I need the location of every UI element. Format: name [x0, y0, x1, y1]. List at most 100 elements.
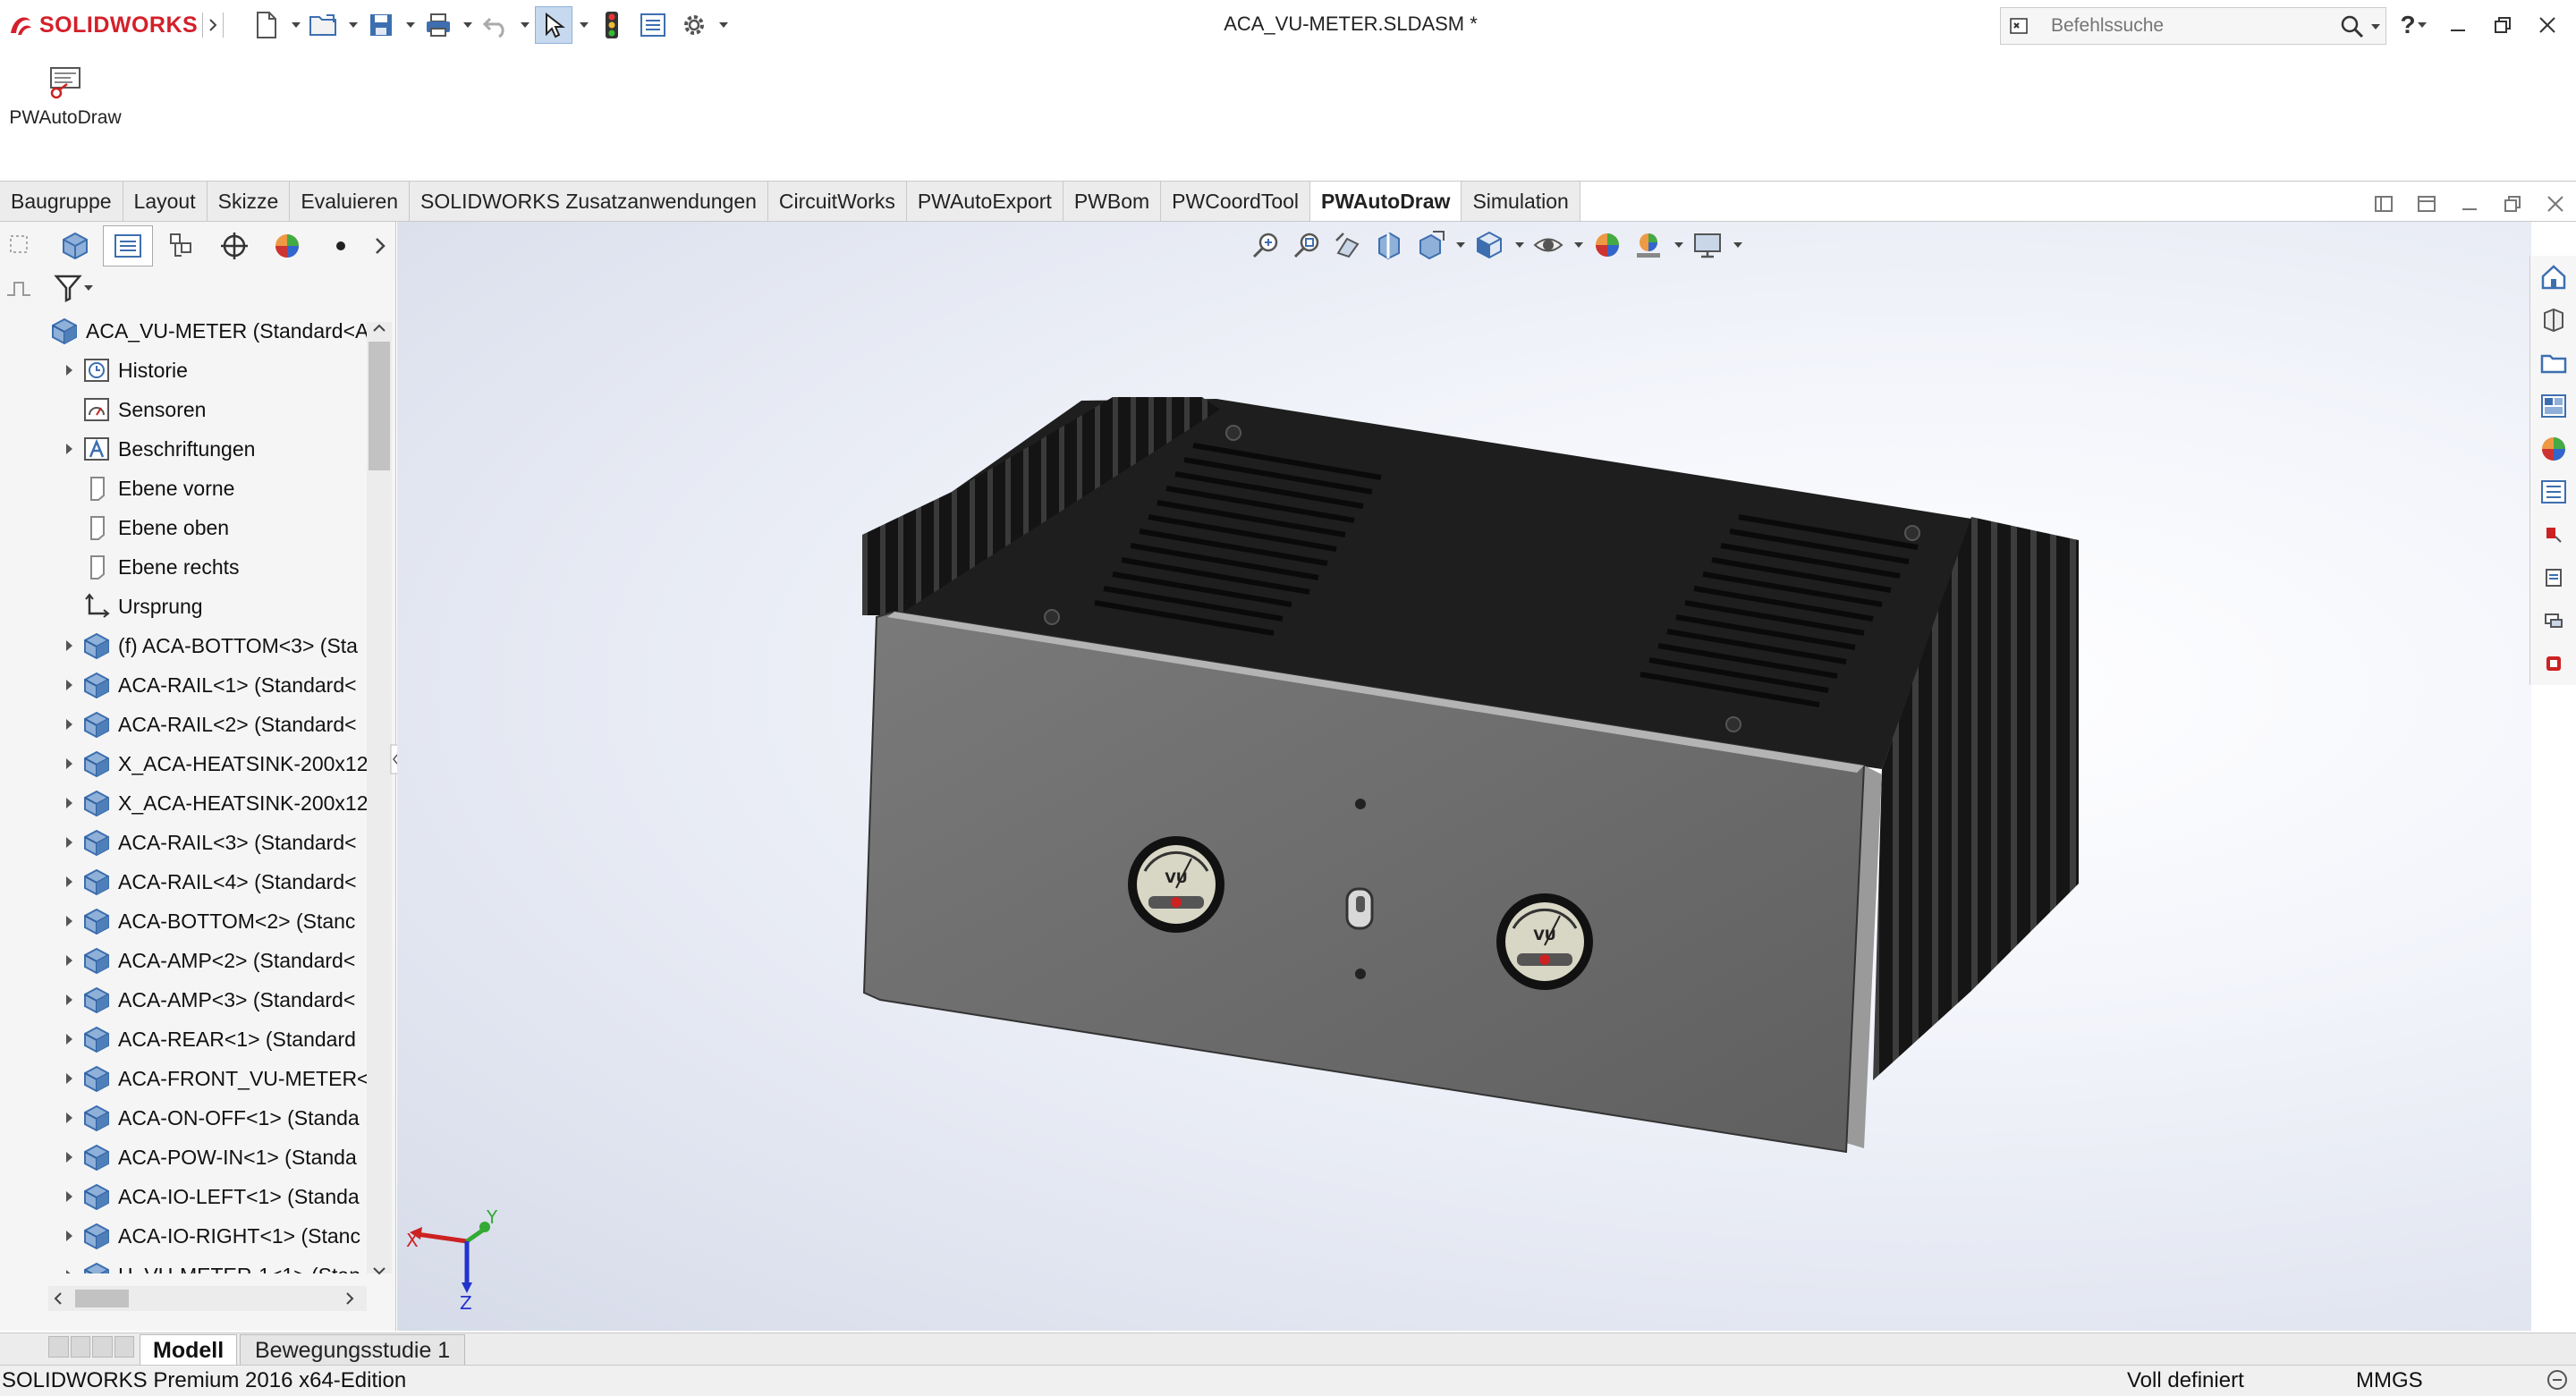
options-dropdown-icon[interactable]: [719, 22, 728, 28]
tree-item[interactable]: ACA-AMP<3> (Standard<: [48, 980, 370, 1020]
configuration-manager-tab[interactable]: [157, 225, 206, 267]
tab-simulation[interactable]: Simulation: [1462, 181, 1580, 221]
file-properties-button[interactable]: [635, 7, 671, 43]
expand-arrow-icon[interactable]: [57, 823, 80, 862]
tree-item[interactable]: Sensoren: [48, 390, 370, 429]
hide-show-button[interactable]: [1531, 228, 1565, 262]
tab-model[interactable]: Modell: [140, 1334, 238, 1366]
expand-arrow-icon[interactable]: [57, 744, 80, 783]
select-dropdown-icon[interactable]: [580, 22, 589, 28]
search-icon[interactable]: [2339, 13, 2366, 38]
split-button[interactable]: [2413, 190, 2440, 217]
resize-grip-icon[interactable]: [2546, 1368, 2569, 1392]
expand-arrow-icon[interactable]: [57, 705, 80, 744]
tree-item[interactable]: ACA-AMP<2> (Standard<: [48, 941, 370, 980]
scroll-left-icon[interactable]: [50, 1290, 66, 1307]
tree-item[interactable]: ACA-IO-RIGHT<1> (Stanc: [48, 1216, 370, 1256]
tree-item[interactable]: H_VU-METER-1<1> (Stan: [48, 1256, 370, 1273]
tab-motion-study[interactable]: Bewegungsstudie 1: [240, 1334, 466, 1366]
tree-item[interactable]: ACA-REAR<1> (Standard: [48, 1020, 370, 1059]
first-tab-arrow[interactable]: [48, 1336, 69, 1358]
open-dropdown-icon[interactable]: [349, 22, 358, 28]
status-units[interactable]: MMGS: [2356, 1368, 2423, 1393]
tree-hscroll-thumb[interactable]: [75, 1290, 129, 1307]
dynamic-annotation-button[interactable]: [1413, 228, 1447, 262]
amplifier-model[interactable]: VU VU X Y Z: [397, 222, 2531, 1331]
expand-arrow-icon[interactable]: [57, 980, 80, 1020]
undo-button[interactable]: [478, 7, 513, 43]
expand-arrow-icon[interactable]: [57, 429, 80, 469]
tree-item[interactable]: ACA-RAIL<3> (Standard<: [48, 823, 370, 862]
doc-minimize-button[interactable]: [2456, 190, 2483, 217]
extra-tab[interactable]: [316, 225, 365, 267]
tab-pwautoexport[interactable]: PWAutoExport: [906, 181, 1063, 221]
appearances-tab[interactable]: [2532, 427, 2575, 470]
tree-item[interactable]: Ursprung: [48, 587, 370, 626]
tab-layout[interactable]: Layout: [123, 181, 208, 221]
expand-arrow-icon[interactable]: [57, 665, 80, 705]
scroll-down-icon[interactable]: [370, 1263, 388, 1279]
open-button[interactable]: [306, 7, 342, 43]
custom-properties-tab[interactable]: [2532, 470, 2575, 513]
previous-view-button[interactable]: [1331, 228, 1365, 262]
tab-circuitworks[interactable]: CircuitWorks: [767, 181, 907, 221]
undo-dropdown-icon[interactable]: [521, 22, 530, 28]
doc-close-button[interactable]: [2542, 190, 2569, 217]
property-manager-tab[interactable]: [103, 225, 153, 267]
tree-filter-button[interactable]: [54, 270, 107, 306]
next-tab-arrow[interactable]: [92, 1336, 113, 1358]
addin-tab-1[interactable]: [2532, 513, 2575, 556]
addin-tab-3[interactable]: [2532, 599, 2575, 642]
edit-appearance-button[interactable]: [1590, 228, 1624, 262]
view-settings-button[interactable]: [1690, 228, 1724, 262]
tree-item[interactable]: ACA-BOTTOM<2> (Stanc: [48, 901, 370, 941]
doc-restore-button[interactable]: [2499, 190, 2526, 217]
tab-solidworks-zusatzanwendungen[interactable]: SOLIDWORKS Zusatzanwendungen: [410, 181, 768, 221]
scroll-up-icon[interactable]: [370, 320, 388, 336]
zoom-area-button[interactable]: [1290, 228, 1324, 262]
expand-arrow-icon[interactable]: [57, 1177, 80, 1216]
tabs-overflow-button[interactable]: [369, 225, 392, 267]
feature-tree-tab[interactable]: [50, 225, 99, 267]
view-orientation-button[interactable]: [1472, 228, 1506, 262]
expand-arrow-icon[interactable]: [57, 1020, 80, 1059]
tree-item[interactable]: ACA-ON-OFF<1> (Standa: [48, 1098, 370, 1138]
power-switch[interactable]: [1345, 887, 1374, 930]
view-palette-tab[interactable]: [2532, 385, 2575, 427]
command-search[interactable]: [2000, 7, 2386, 45]
solidworks-logo[interactable]: SOLIDWORKS: [7, 7, 198, 43]
tab-baugruppe[interactable]: Baugruppe: [0, 181, 123, 221]
expand-arrow-icon[interactable]: [57, 1059, 80, 1098]
graphics-area[interactable]: VU VU X Y Z: [397, 222, 2531, 1331]
view-settings-dropdown-icon[interactable]: [1733, 242, 1742, 248]
display-manager-tab[interactable]: [263, 225, 312, 267]
vu-meter-left[interactable]: VU: [1128, 836, 1224, 933]
menu-expand-arrow[interactable]: [202, 13, 224, 38]
rebuild-button[interactable]: [594, 7, 630, 43]
expand-arrow-icon[interactable]: [57, 1098, 80, 1138]
tree-item[interactable]: X_ACA-HEATSINK-200x12: [48, 783, 370, 823]
expand-arrow-icon[interactable]: [57, 1138, 80, 1177]
search-input[interactable]: [2049, 12, 2321, 40]
options-button[interactable]: [676, 7, 712, 43]
tree-item[interactable]: Ebene rechts: [48, 547, 370, 587]
step-line-icon[interactable]: [4, 274, 34, 300]
restore-button[interactable]: [2487, 9, 2519, 41]
hide-show-dropdown-icon[interactable]: [1574, 242, 1583, 248]
print-button[interactable]: [420, 7, 456, 43]
expand-arrow-icon[interactable]: [57, 1256, 80, 1273]
scene-dropdown-icon[interactable]: [1674, 242, 1683, 248]
tab-skizze[interactable]: Skizze: [207, 181, 291, 221]
design-library-tab[interactable]: [2532, 299, 2575, 342]
expand-arrow-icon[interactable]: [57, 626, 80, 665]
tree-item[interactable]: X_ACA-HEATSINK-200x12: [48, 744, 370, 783]
orientation-dropdown-icon[interactable]: [1515, 242, 1524, 248]
search-dropdown-icon[interactable]: [2371, 24, 2380, 30]
help-button[interactable]: ?: [2397, 9, 2429, 41]
file-explorer-tab[interactable]: [2532, 342, 2575, 385]
select-button[interactable]: [535, 6, 572, 44]
pwautodraw-button[interactable]: PWAutoDraw: [5, 63, 125, 129]
addin-tab-2[interactable]: [2532, 556, 2575, 599]
expand-arrow-icon[interactable]: [57, 941, 80, 980]
annotation-dropdown-icon[interactable]: [1456, 242, 1465, 248]
